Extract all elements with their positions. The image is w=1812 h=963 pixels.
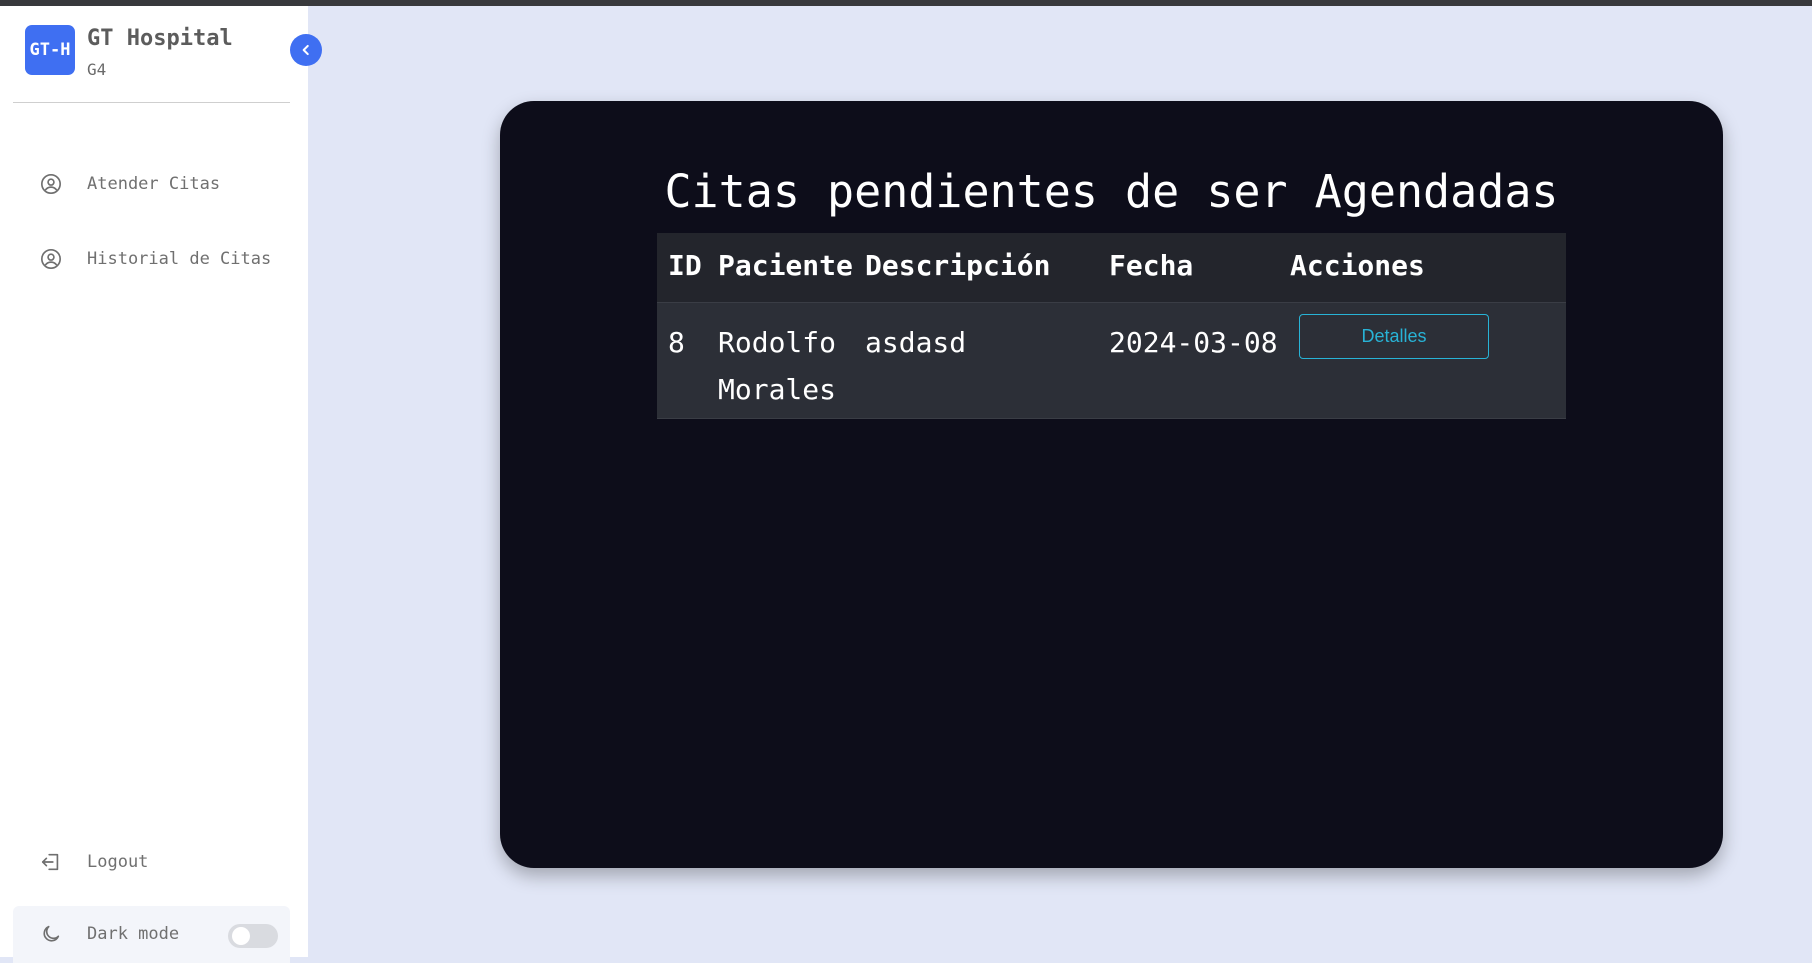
column-header-fecha: Fecha (1109, 249, 1194, 282)
details-button[interactable]: Detalles (1299, 314, 1489, 359)
cell-paciente: Rodolfo Morales (718, 319, 836, 413)
page-title: Citas pendientes de ser Agendadas (664, 165, 1559, 218)
cell-paciente-first: Rodolfo (718, 326, 837, 359)
chevron-left-icon (299, 43, 313, 57)
sidebar-item-label: Historial de Citas (87, 249, 272, 269)
logout-label: Logout (87, 852, 149, 872)
sidebar-item-label: Atender Citas (87, 174, 221, 194)
cell-paciente-last: Morales (718, 373, 837, 406)
column-header-paciente: Paciente (718, 249, 853, 282)
cell-descripcion: asdasd (865, 326, 967, 359)
column-header-id: ID (668, 249, 702, 282)
moon-icon (38, 921, 64, 947)
sidebar-divider (13, 102, 290, 103)
dark-mode-row: Dark mode (13, 906, 290, 963)
user-circle-icon (38, 246, 64, 272)
brand-name: GT Hospital (87, 26, 233, 51)
appointments-table: ID Paciente Descripción Fecha Acciones 8… (657, 233, 1566, 419)
sidebar-item-historial-citas[interactable]: Historial de Citas (38, 243, 271, 275)
cell-id: 8 (668, 326, 685, 359)
dark-mode-toggle[interactable] (228, 924, 278, 948)
dark-mode-label: Dark mode (87, 924, 180, 944)
brand-logo: GT-H (25, 25, 75, 75)
table-row: 8 Rodolfo Morales asdasd 2024-03-08 Deta… (657, 302, 1566, 419)
column-header-descripcion: Descripción (865, 249, 1051, 282)
brand-subtitle: G4 (87, 60, 107, 79)
table-header: ID Paciente Descripción Fecha Acciones (657, 233, 1566, 302)
logout-button[interactable]: Logout (38, 846, 148, 878)
collapse-sidebar-button[interactable] (290, 34, 322, 66)
logout-icon (38, 849, 64, 875)
sidebar-item-atender-citas[interactable]: Atender Citas (38, 168, 220, 200)
sidebar: GT-H GT Hospital G4 Atender Citas Histor… (0, 6, 308, 963)
appointments-card: Citas pendientes de ser Agendadas ID Pac… (500, 101, 1723, 868)
column-header-acciones: Acciones (1290, 249, 1425, 282)
toggle-knob (232, 927, 250, 945)
cell-fecha: 2024-03-08 (1109, 326, 1278, 359)
user-circle-icon (38, 171, 64, 197)
